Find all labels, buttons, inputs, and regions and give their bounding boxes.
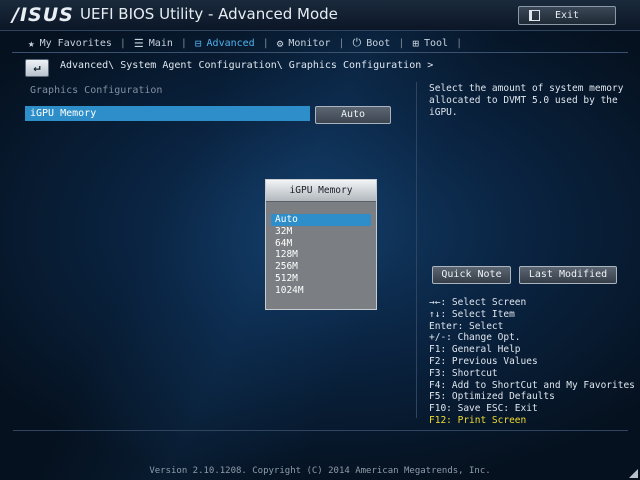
resize-corner-icon: [629, 469, 638, 478]
tab-main[interactable]: ☰ Main: [128, 37, 179, 50]
exit-door-icon: [529, 10, 540, 21]
tab-tool[interactable]: ⊞ Tool: [406, 37, 454, 50]
toolbox-icon: ⊞: [412, 36, 419, 50]
popup-option-64m[interactable]: 64M: [271, 238, 371, 250]
igpu-memory-popup: iGPU Memory Auto 32M 64M 128M 256M 512M …: [265, 179, 377, 310]
tab-underline: [12, 52, 628, 53]
bottom-divider: [13, 430, 628, 431]
key-hint: F4: Add to ShortCut and My Favorites: [429, 379, 635, 391]
key-hint: F5: Optimized Defaults: [429, 391, 555, 403]
key-hint: F10: Save ESC: Exit: [429, 403, 538, 415]
popup-option-256m[interactable]: 256M: [271, 261, 371, 273]
key-hint: Enter: Select: [429, 320, 504, 332]
panel-divider: [416, 82, 417, 418]
setting-value-button[interactable]: Auto: [315, 106, 391, 124]
popup-option-auto[interactable]: Auto: [271, 214, 371, 226]
popup-option-128m[interactable]: 128M: [271, 249, 371, 261]
key-hint: +/-: Change Opt.: [429, 332, 521, 344]
title-bar: /ISUS UEFI BIOS Utility - Advanced Mode …: [0, 0, 640, 31]
popup-title: iGPU Memory: [266, 180, 376, 202]
asus-logo: /ISUS: [12, 4, 74, 26]
quick-note-button[interactable]: Quick Note: [432, 266, 511, 284]
tab-label: Advanced: [206, 37, 255, 49]
tab-separator: |: [262, 37, 269, 49]
exit-button[interactable]: Exit: [518, 6, 616, 25]
tab-separator: |: [119, 37, 126, 49]
tab-advanced[interactable]: ⊟ Advanced: [189, 37, 261, 50]
tab-boot[interactable]: ⏻ Boot: [347, 36, 397, 50]
tab-label: Tool: [424, 37, 449, 49]
popup-option-512m[interactable]: 512M: [271, 273, 371, 285]
tab-label: Monitor: [288, 37, 331, 49]
key-hint: F3: Shortcut: [429, 367, 498, 379]
power-icon: ⏻: [352, 36, 362, 49]
exit-label: Exit: [554, 10, 580, 21]
last-modified-button[interactable]: Last Modified: [519, 266, 617, 284]
popup-option-32m[interactable]: 32M: [271, 226, 371, 238]
key-hint-print-screen: F12: Print Screen: [429, 414, 527, 426]
tab-separator: |: [338, 37, 345, 49]
star-icon: ★: [28, 36, 35, 50]
tab-separator: |: [398, 37, 405, 49]
tab-label: Boot: [366, 37, 391, 49]
tab-monitor[interactable]: ⚙ Monitor: [271, 37, 337, 50]
key-hint: ↑↓: Select Item: [429, 308, 515, 320]
tab-my-favorites[interactable]: ★ My Favorites: [22, 37, 118, 50]
back-arrow-icon: ↵: [33, 60, 41, 74]
monitor-icon: ⚙: [276, 36, 284, 50]
app-title: UEFI BIOS Utility - Advanced Mode: [80, 5, 338, 23]
setting-label: iGPU Memory: [30, 108, 97, 119]
advanced-icon: ⊟: [194, 36, 202, 50]
tab-label: Main: [148, 37, 173, 49]
tab-separator: |: [180, 37, 187, 49]
back-button[interactable]: ↵: [25, 59, 49, 77]
popup-option-1024m[interactable]: 1024M: [271, 285, 371, 297]
key-legend: →←: Select Screen ↑↓: Select Item Enter:…: [429, 297, 635, 427]
key-hint: F1: General Help: [429, 344, 521, 356]
help-text: Select the amount of system memory alloc…: [429, 83, 624, 118]
list-icon: ☰: [133, 36, 144, 50]
version-footer: Version 2.10.1208. Copyright (C) 2014 Am…: [149, 466, 491, 476]
section-title: Graphics Configuration: [30, 85, 163, 96]
key-hint: →←: Select Screen: [429, 297, 527, 308]
breadcrumb: Advanced\ System Agent Configuration\ Gr…: [60, 60, 434, 71]
tab-label: My Favorites: [39, 37, 112, 49]
tab-separator: |: [456, 37, 463, 49]
popup-option-list: Auto 32M 64M 128M 256M 512M 1024M: [271, 214, 371, 297]
key-hint: F2: Previous Values: [429, 355, 538, 367]
main-tabs: ★ My Favorites | ☰ Main | ⊟ Advanced | ⚙…: [22, 35, 464, 51]
